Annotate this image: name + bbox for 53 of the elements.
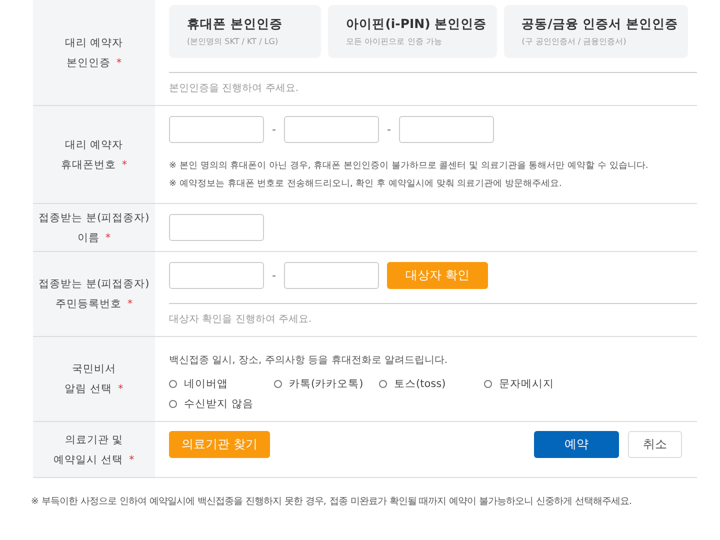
field-label: 이름 bbox=[77, 232, 100, 244]
radio-icon[interactable] bbox=[169, 380, 177, 388]
radio-option[interactable]: 수신받지 않음 bbox=[169, 397, 274, 411]
field-label: 대리 예약자 bbox=[64, 36, 124, 50]
radio-option[interactable]: 토스(toss) bbox=[379, 377, 484, 391]
notice-text: ※ 예약정보는 휴대폰 번호로 전송해드리오니, 확인 후 예약일시에 맞춰 의료기관에 방문해주세요. bbox=[169, 178, 563, 191]
description-text: 백신접종 일시, 장소, 주의사항 등을 휴대전화로 알려드립니다. bbox=[169, 354, 449, 367]
radio-label: 수신받지 않음 bbox=[184, 397, 254, 411]
field-label: 의료기관 및 bbox=[64, 432, 124, 448]
radio-icon[interactable] bbox=[379, 380, 387, 388]
field-label: 대리 예약자 bbox=[64, 138, 124, 152]
radio-icon[interactable] bbox=[274, 380, 282, 388]
field-label: 휴대폰번호 bbox=[60, 158, 116, 170]
separator-dash: - bbox=[271, 269, 277, 282]
separator-dash: - bbox=[271, 123, 277, 136]
field-label: 알림 선택 bbox=[64, 383, 112, 395]
input-field[interactable] bbox=[399, 116, 494, 143]
input-field[interactable] bbox=[169, 214, 264, 241]
radio-option[interactable]: 네이버앱 bbox=[169, 377, 274, 391]
status-message: 대상자 확인을 진행하여 주세요. bbox=[169, 313, 313, 326]
auth-option-button[interactable]: 공동/금융 인증서 본인인증 (구 공인인증서 / 금융인증서) bbox=[504, 5, 688, 58]
radio-label: 카톡(카카오톡) bbox=[289, 377, 364, 391]
cancel-button[interactable]: 취소 bbox=[628, 431, 682, 458]
required-mark: * bbox=[116, 56, 122, 68]
field-label: 주민등록번호 bbox=[55, 298, 122, 310]
field-label: 예약일시 선택 bbox=[54, 454, 124, 466]
footer-notice: ※ 부득이한 사정으로 인하여 예약일시에 백신접종을 진행하지 못한 경우, 접종 미완료가 확인될 때까지 예약이 불가능하오니 신중하게 선택해주세요. bbox=[31, 495, 633, 508]
notice-text: ※ 본인 명의의 휴대폰이 아닌 경우, 휴대폰 본인인증이 불가하므로 콜센터 및 의료기관을 통해서만 예약할 수 있습니다. bbox=[169, 160, 650, 173]
required-mark: * bbox=[127, 298, 133, 310]
field-label: 접종받는 분(피접종자) bbox=[38, 210, 150, 226]
required-mark: * bbox=[118, 383, 124, 395]
required-mark: * bbox=[129, 454, 134, 466]
radio-label: 토스(toss) bbox=[394, 377, 446, 391]
auth-option-button[interactable]: 아이핀(i-PIN) 본인인증 모든 아이핀으로 인증 가능 bbox=[328, 5, 497, 58]
input-field[interactable] bbox=[169, 116, 264, 143]
radio-icon[interactable] bbox=[169, 400, 177, 408]
status-message: 본인인증을 진행하여 주세요. bbox=[169, 82, 300, 95]
required-mark: * bbox=[105, 232, 111, 244]
separator-dash: - bbox=[386, 123, 392, 136]
field-label: 본인인증 bbox=[66, 56, 110, 68]
input-field[interactable] bbox=[284, 116, 379, 143]
radio-label: 문자메시지 bbox=[499, 377, 554, 391]
auth-option-button[interactable]: 휴대폰 본인인증 (본인명의 SKT / KT / LG) bbox=[169, 5, 322, 58]
field-label: 국민비서 bbox=[72, 362, 116, 377]
radio-option[interactable]: 문자메시지 bbox=[484, 377, 589, 391]
radio-icon[interactable] bbox=[484, 380, 492, 388]
required-mark: * bbox=[122, 158, 128, 170]
radio-option[interactable]: 카톡(카카오톡) bbox=[274, 377, 379, 391]
reserve-button[interactable]: 예약 bbox=[534, 431, 619, 458]
field-label: 접종받는 분(피접종자) bbox=[38, 277, 150, 292]
input-field[interactable] bbox=[284, 262, 379, 289]
input-field[interactable] bbox=[169, 262, 264, 289]
radio-label: 네이버앱 bbox=[184, 377, 228, 391]
